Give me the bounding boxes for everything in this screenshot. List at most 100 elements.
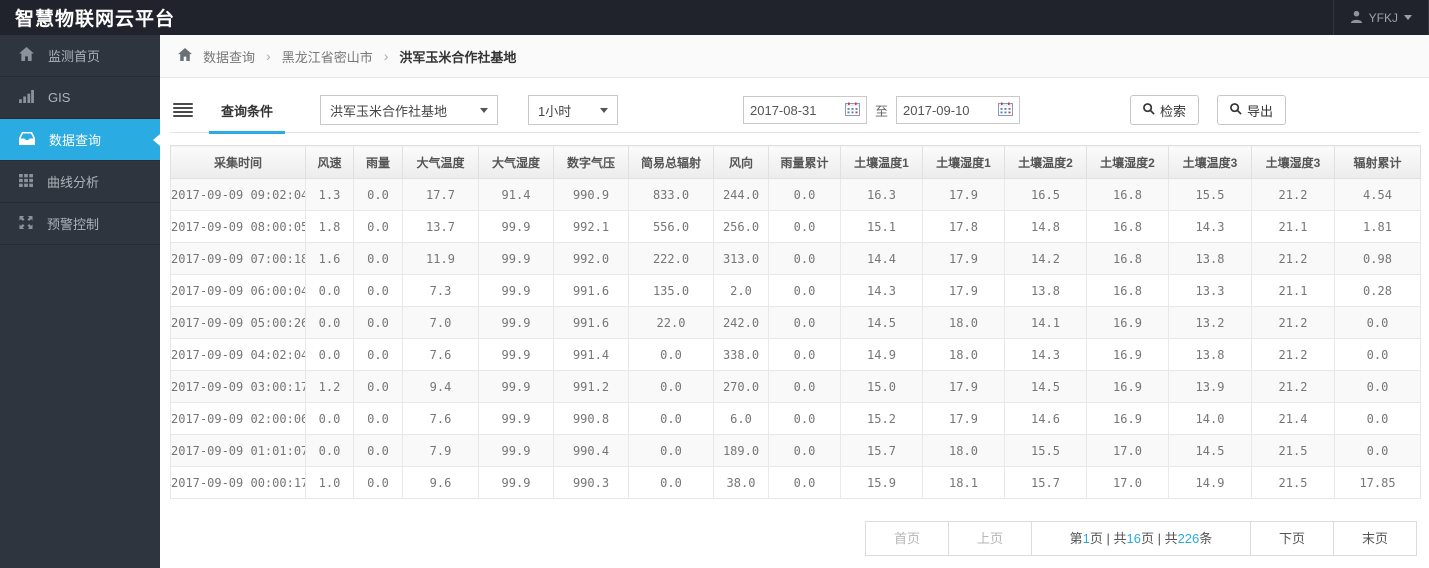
table-cell: 18.0 [922, 338, 1005, 371]
pagination-row: 首页 上页 第1页 | 共16页 | 共226条 下页 末页 [160, 521, 1417, 556]
table-cell: 0.0 [768, 338, 841, 371]
table-row: 2017-09-09 07:00:18 1.6 0.0 11.9 99.9 992.0 22… [170, 242, 1421, 275]
table-cell: 99.9 [478, 274, 554, 307]
table-cell: 18.0 [922, 306, 1005, 339]
table-cell: 0.0 [353, 210, 403, 243]
chevron-down-icon [480, 107, 489, 113]
sidebar-item-monitor-home[interactable]: 监测首页 [0, 35, 160, 77]
table-cell: 14.3 [840, 274, 923, 307]
table-cell: 21.2 [1251, 370, 1335, 403]
search-button[interactable]: 检索 [1129, 95, 1199, 125]
table-cell: 2017-09-09 07:00:18 [170, 242, 306, 275]
pagination-info: 第1页 | 共16页 | 共226条 [1030, 521, 1251, 556]
table-cell: 21.2 [1251, 178, 1335, 211]
column-header: 土壤温度1 [840, 145, 923, 179]
user-menu[interactable]: YFKJ [1332, 0, 1429, 35]
date-range-to-label: 至 [875, 103, 889, 119]
date-to-input[interactable]: 2017-09-10 [896, 96, 1021, 124]
table-cell: 6.0 [713, 402, 769, 435]
current-page-number: 1 [1082, 531, 1090, 546]
table-cell: 13.8 [1004, 274, 1087, 307]
sidebar-item-gis[interactable]: GIS [0, 77, 160, 119]
table-cell: 21.5 [1251, 434, 1335, 467]
table-row: 2017-09-09 02:00:06 0.0 0.0 7.6 99.9 990.8 0.0… [170, 402, 1421, 435]
date-from-input[interactable]: 2017-08-31 [743, 96, 868, 124]
table-cell: 7.0 [402, 306, 479, 339]
table-cell: 338.0 [713, 338, 769, 371]
tab-label: 查询条件 [221, 103, 274, 119]
menu-icon[interactable] [173, 103, 193, 117]
table-cell: 21.1 [1251, 210, 1335, 243]
table-cell: 17.8 [922, 210, 1005, 243]
breadcrumb-item-data-query[interactable]: 数据查询 [203, 47, 255, 66]
sidebar-item-curve-analysis[interactable]: 曲线分析 [0, 161, 160, 203]
table-row: 2017-09-09 01:01:07 0.0 0.0 7.9 99.9 990.4 0.0… [170, 434, 1421, 467]
next-page-button[interactable]: 下页 [1249, 521, 1334, 556]
total-pages-number: 16 [1126, 531, 1141, 546]
table-cell: 0.0 [768, 210, 841, 243]
table-cell: 0.28 [1334, 274, 1421, 307]
table-cell: 0.0 [768, 178, 841, 211]
table-cell: 99.9 [478, 210, 554, 243]
prev-page-button[interactable]: 上页 [947, 521, 1032, 556]
tab-query-conditions[interactable]: 查询条件 [209, 88, 286, 134]
last-page-button[interactable]: 末页 [1332, 521, 1417, 556]
sidebar-item-alert-control[interactable]: 预警控制 [0, 203, 160, 245]
table-cell: 16.8 [1086, 210, 1169, 243]
table-cell: 0.0 [768, 466, 841, 499]
table-cell: 14.9 [1168, 466, 1252, 499]
sidebar-item-label: 预警控制 [47, 217, 100, 232]
table-cell: 0.0 [628, 434, 714, 467]
table-cell: 7.3 [402, 274, 479, 307]
table-cell: 991.2 [553, 370, 629, 403]
table-cell: 15.1 [840, 210, 923, 243]
home-icon [178, 48, 192, 64]
table-cell: 0.0 [353, 434, 403, 467]
calendar-icon[interactable] [998, 102, 1014, 119]
table-cell: 256.0 [713, 210, 769, 243]
table-cell: 17.7 [402, 178, 479, 211]
table-cell: 0.0 [353, 274, 403, 307]
table-cell: 16.5 [1004, 178, 1087, 211]
table-cell: 13.9 [1168, 370, 1252, 403]
table-cell: 0.98 [1334, 242, 1421, 275]
station-select[interactable]: 洪军玉米合作社基地 [320, 95, 499, 125]
table-cell: 992.0 [553, 242, 629, 275]
table-cell: 17.0 [1086, 434, 1169, 467]
export-button[interactable]: 导出 [1216, 95, 1286, 125]
table-cell: 13.8 [1168, 242, 1252, 275]
table-cell: 0.0 [305, 338, 354, 371]
table-cell: 313.0 [713, 242, 769, 275]
table-cell: 0.0 [305, 434, 354, 467]
breadcrumb-item-city[interactable]: 黑龙江省密山市 [282, 47, 373, 66]
app-title: 智慧物联网云平台 [15, 9, 176, 30]
table-cell: 14.8 [1004, 210, 1087, 243]
table-cell: 14.3 [1004, 338, 1087, 371]
first-page-button[interactable]: 首页 [864, 521, 949, 556]
export-button-label: 导出 [1246, 103, 1273, 119]
table-cell: 14.5 [1004, 370, 1087, 403]
sidebar-item-data-query[interactable]: 数据查询 [0, 119, 160, 161]
table-cell: 14.3 [1168, 210, 1252, 243]
table-cell: 991.6 [553, 306, 629, 339]
table-cell: 99.9 [478, 402, 554, 435]
table-cell: 0.0 [353, 370, 403, 403]
column-header: 数字气压 [553, 145, 629, 179]
column-header: 雨量累计 [768, 145, 841, 179]
interval-select[interactable]: 1小时 [528, 95, 619, 125]
calendar-icon[interactable] [845, 102, 861, 119]
table-cell: 0.0 [768, 306, 841, 339]
date-to-value: 2017-09-10 [903, 102, 970, 118]
table-cell: 7.6 [402, 338, 479, 371]
table-cell: 0.0 [305, 402, 354, 435]
interval-select-value: 1小时 [538, 103, 572, 119]
table-body: 2017-09-09 09:02:04 1.3 0.0 17.7 91.4 990.9 83… [170, 178, 1421, 499]
table-row: 2017-09-09 04:02:04 0.0 0.0 7.6 99.9 991.4 0.0… [170, 338, 1421, 371]
table-cell: 990.3 [553, 466, 629, 499]
data-table-wrap: 采集时间 风速 雨量 大气温度 大气湿度 数字气压 简易总辐射 风向 雨量累计 土壤温度1 土壤湿度… [170, 145, 1421, 499]
table-cell: 556.0 [628, 210, 714, 243]
pagination-info-text: 条 [1199, 531, 1213, 546]
table-cell: 14.9 [840, 338, 923, 371]
sidebar-item-label: 监测首页 [48, 49, 101, 64]
column-header: 雨量 [353, 145, 403, 179]
